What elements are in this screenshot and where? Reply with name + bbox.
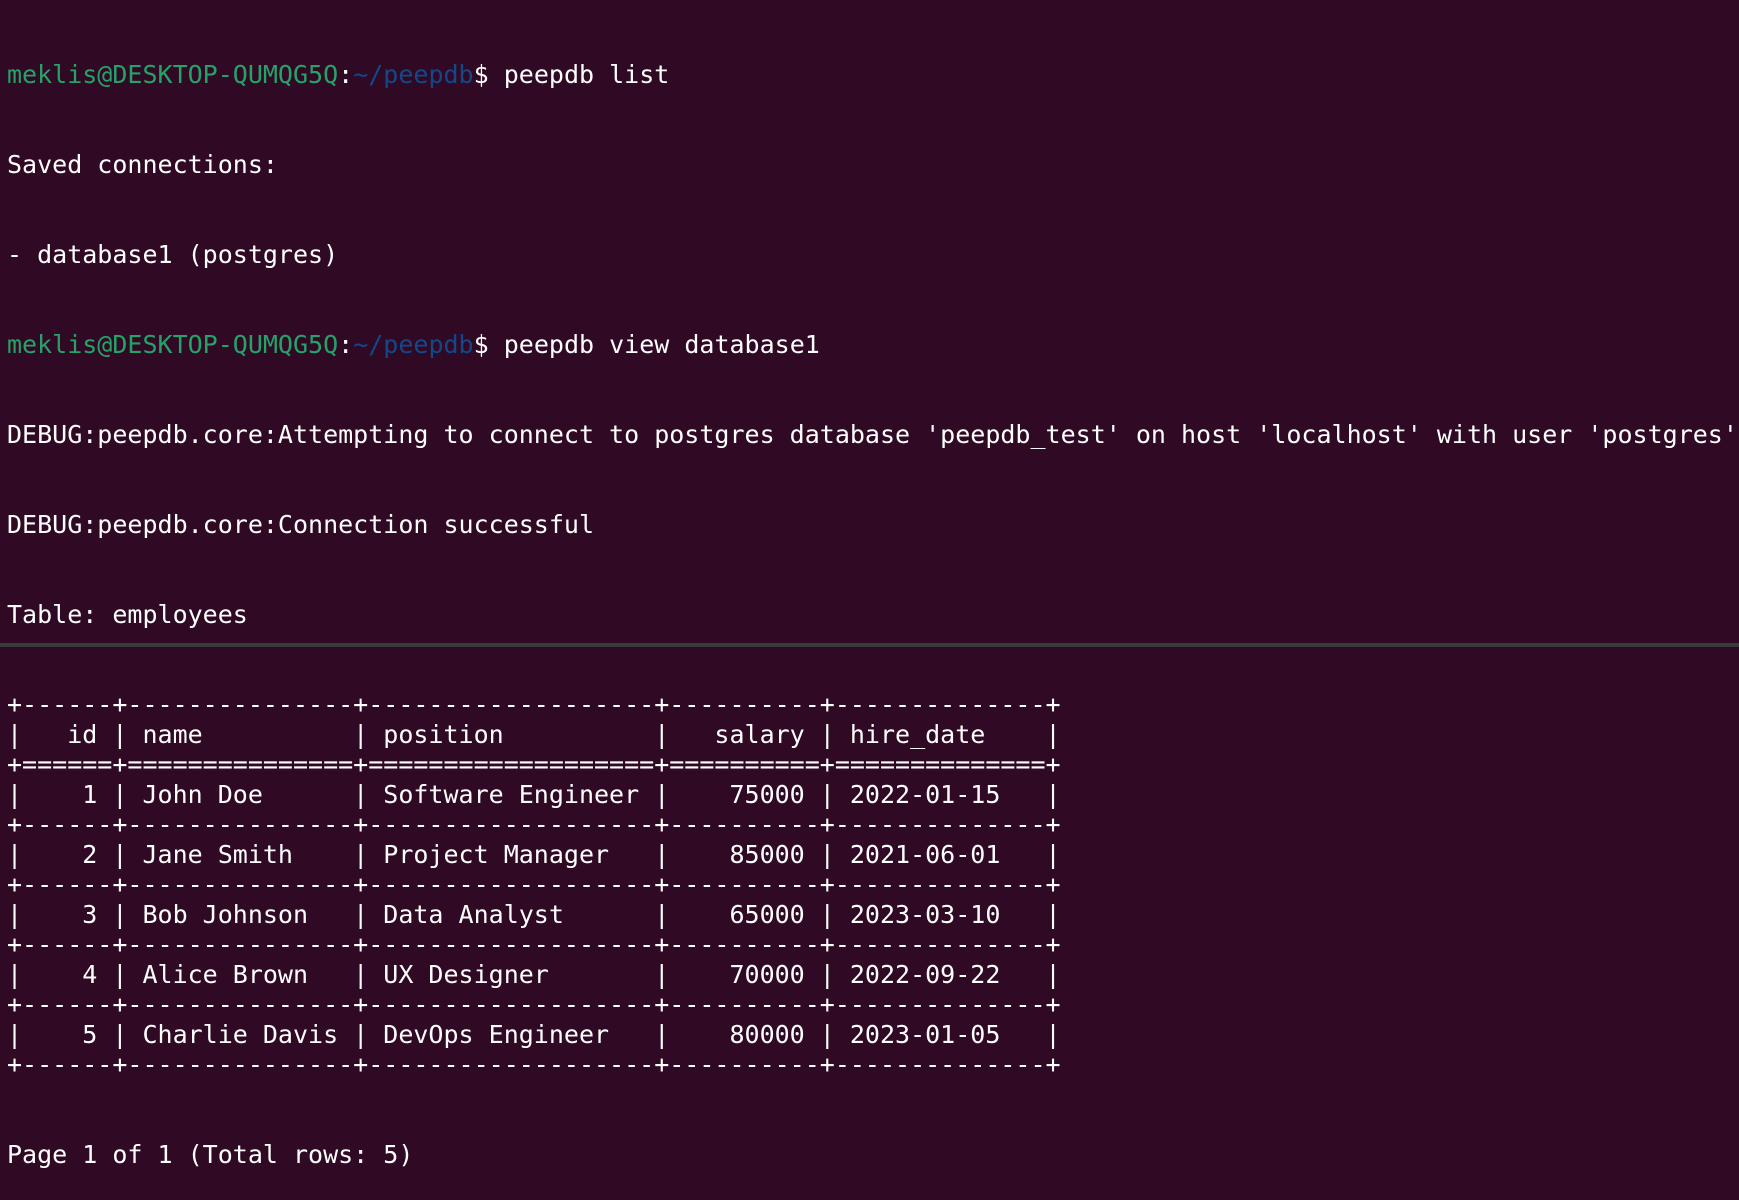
debug-line: DEBUG:peepdb.core:Connection successful: [7, 510, 594, 539]
pagination-footer: Page 1 of 1 (Total rows: 5): [7, 1140, 414, 1169]
table-row: | 5 | Charlie Davis | DevOps Engineer | …: [7, 1020, 1061, 1049]
table-border: +------+---------------+----------------…: [7, 930, 1061, 959]
window-bottom-border: [0, 643, 1739, 647]
prompt-path: ~/peepdb: [353, 330, 474, 359]
table-border: +------+---------------+----------------…: [7, 990, 1061, 1019]
table-border: +------+---------------+----------------…: [7, 690, 1061, 719]
output-line: Saved connections:: [7, 150, 278, 179]
prompt-dollar: $: [473, 60, 489, 89]
table-border: +------+---------------+----------------…: [7, 810, 1061, 839]
debug-line: DEBUG:peepdb.core:Attempting to connect …: [7, 420, 1738, 449]
prompt-user-host: meklis@DESKTOP-QUMQG5Q: [7, 60, 339, 89]
prompt-path: ~/peepdb: [353, 60, 474, 89]
prompt-line: meklis@DESKTOP-QUMQG5Q:~/peepdb$ peepdb …: [7, 60, 1738, 90]
prompt-dollar: $: [473, 330, 489, 359]
prompt-line: meklis@DESKTOP-QUMQG5Q:~/peepdb$ peepdb …: [7, 330, 1738, 360]
command-text: peepdb list: [488, 60, 670, 89]
table-row: | 2 | Jane Smith | Project Manager | 850…: [7, 840, 1061, 869]
table-header-row: | id | name | position | salary | hire_d…: [7, 720, 1061, 749]
table-row: | 3 | Bob Johnson | Data Analyst | 65000…: [7, 900, 1061, 929]
table-title: Table: employees: [7, 600, 248, 629]
prompt-colon: :: [338, 330, 354, 359]
table-row: | 1 | John Doe | Software Engineer | 750…: [7, 780, 1061, 809]
table-border: +------+---------------+----------------…: [7, 1050, 1061, 1079]
terminal-output: meklis@DESKTOP-QUMQG5Q:~/peepdb$ peepdb …: [7, 0, 1738, 1200]
command-text: peepdb view database1: [488, 330, 820, 359]
prompt-user-host: meklis@DESKTOP-QUMQG5Q: [7, 330, 339, 359]
table-header-separator: +======+===============+================…: [7, 750, 1061, 779]
table-border: +------+---------------+----------------…: [7, 870, 1061, 899]
prompt-colon: :: [338, 60, 354, 89]
table-row: | 4 | Alice Brown | UX Designer | 70000 …: [7, 960, 1061, 989]
output-line: - database1 (postgres): [7, 240, 339, 269]
ascii-table: +------+---------------+----------------…: [7, 690, 1738, 1080]
